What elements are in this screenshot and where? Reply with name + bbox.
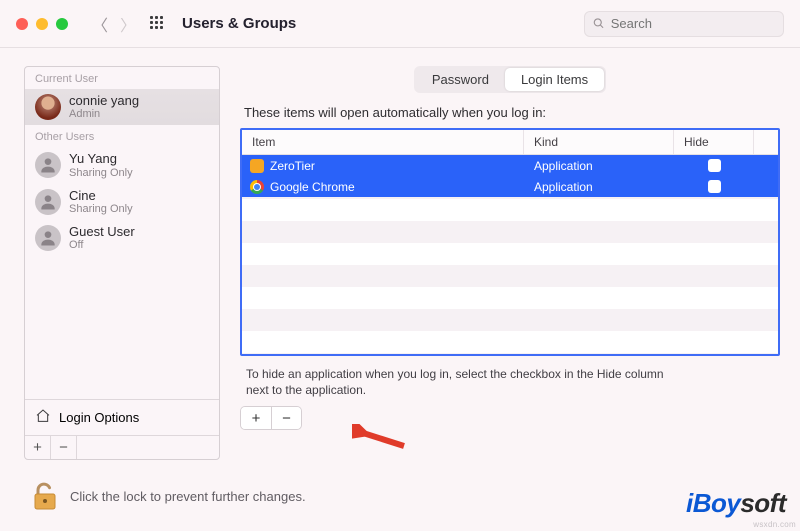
app-icon — [250, 159, 264, 173]
login-items-pm: + − — [240, 406, 302, 430]
unlocked-lock-icon — [32, 481, 58, 511]
app-icon — [250, 180, 264, 194]
user-row[interactable]: CineSharing Only — [25, 184, 219, 220]
user-row[interactable]: Guest UserOff — [25, 220, 219, 256]
hide-checkbox[interactable] — [708, 159, 721, 172]
col-item[interactable]: Item — [242, 130, 524, 154]
table-header: Item Kind Hide — [242, 130, 778, 155]
content-pane: Password Login Items These items will op… — [240, 66, 780, 460]
tab-password[interactable]: Password — [416, 68, 505, 91]
avatar-icon — [35, 189, 61, 215]
search-field[interactable] — [584, 11, 784, 37]
login-items-table[interactable]: Item Kind Hide ZeroTier Application Goog… — [240, 128, 780, 356]
user-name: connie yang — [69, 94, 139, 108]
login-options-label: Login Options — [59, 410, 139, 425]
show-all-prefs-icon[interactable] — [150, 16, 166, 32]
item-kind: Application — [524, 159, 674, 173]
search-icon — [593, 17, 605, 30]
item-kind: Application — [524, 180, 674, 194]
remove-user-button[interactable]: − — [51, 436, 77, 459]
table-row[interactable]: ZeroTier Application — [242, 155, 778, 176]
login-items-description: These items will open automatically when… — [244, 105, 776, 120]
user-role: Sharing Only — [69, 167, 133, 179]
table-row[interactable]: Google Chrome Application — [242, 176, 778, 197]
avatar-icon — [35, 225, 61, 251]
hide-checkbox[interactable] — [708, 180, 721, 193]
user-row-current[interactable]: connie yang Admin — [25, 89, 219, 125]
user-name: Cine — [69, 189, 133, 203]
tab-group: Password Login Items — [414, 66, 606, 93]
user-role: Off — [69, 239, 135, 251]
lock-row[interactable]: Click the lock to prevent further change… — [32, 481, 306, 511]
user-row[interactable]: Yu YangSharing Only — [25, 147, 219, 183]
source-note: wsxdn.com — [753, 520, 796, 529]
user-name: Yu Yang — [69, 152, 133, 166]
user-role: Sharing Only — [69, 203, 133, 215]
hide-hint-text: To hide an application when you log in, … — [246, 366, 676, 398]
back-button[interactable]: 〈 — [92, 12, 108, 36]
user-name: Guest User — [69, 225, 135, 239]
search-input[interactable] — [611, 16, 775, 31]
window-controls — [16, 18, 68, 30]
add-login-item-button[interactable]: + — [241, 407, 271, 429]
minimize-window-button[interactable] — [36, 18, 48, 30]
forward-button[interactable]: 〉 — [120, 12, 136, 36]
add-user-button[interactable]: + — [25, 436, 51, 459]
lock-text: Click the lock to prevent further change… — [70, 489, 306, 504]
current-user-header: Current User — [25, 67, 219, 89]
item-name: ZeroTier — [270, 159, 315, 173]
user-role: Admin — [69, 108, 139, 120]
home-icon — [35, 408, 51, 427]
toolbar: 〈 〉 Users & Groups — [0, 0, 800, 48]
annotation-arrow — [352, 424, 408, 457]
nav-arrows: 〈 〉 — [92, 12, 136, 36]
sidebar-footer: + − — [25, 435, 219, 459]
tab-login-items[interactable]: Login Items — [505, 68, 604, 91]
other-users-header: Other Users — [25, 125, 219, 147]
col-hide[interactable]: Hide — [674, 130, 754, 154]
zoom-window-button[interactable] — [56, 18, 68, 30]
col-kind[interactable]: Kind — [524, 130, 674, 154]
user-list-sidebar: Current User connie yang Admin Other Use… — [24, 66, 220, 460]
watermark: iBoysoft — [686, 488, 786, 519]
avatar-icon — [35, 94, 61, 120]
pane-title: Users & Groups — [182, 15, 296, 32]
login-options-button[interactable]: Login Options — [25, 399, 219, 435]
close-window-button[interactable] — [16, 18, 28, 30]
item-name: Google Chrome — [270, 180, 355, 194]
remove-login-item-button[interactable]: − — [271, 407, 301, 429]
avatar-icon — [35, 152, 61, 178]
